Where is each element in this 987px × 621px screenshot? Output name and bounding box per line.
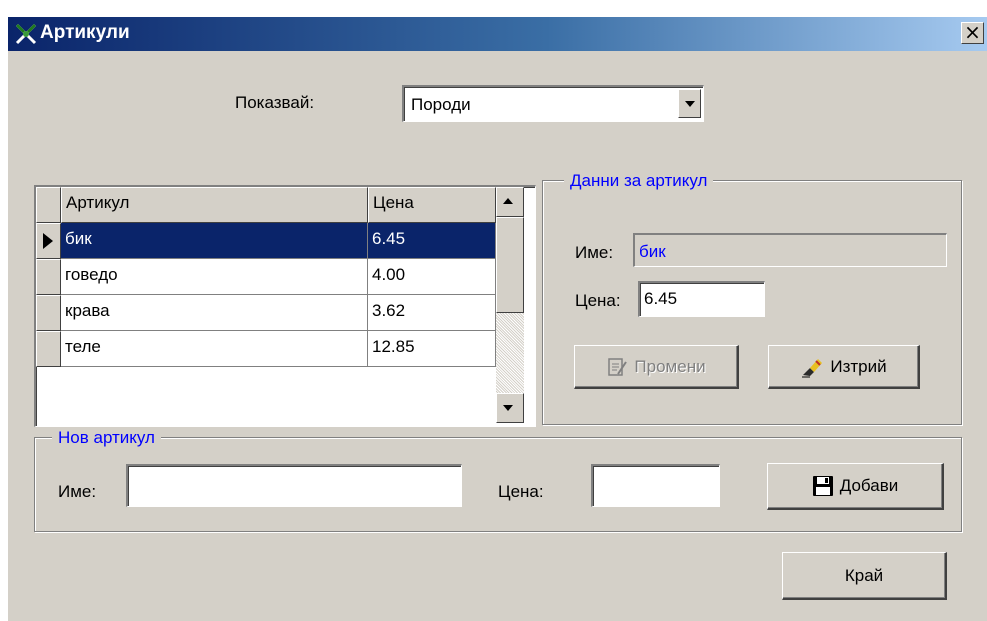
new-name-input[interactable] bbox=[126, 464, 462, 507]
row-indicator[interactable] bbox=[36, 259, 61, 295]
column-header-article[interactable]: Артикул bbox=[61, 187, 368, 223]
scroll-down-button[interactable] bbox=[496, 393, 524, 423]
close-icon: × bbox=[964, 20, 981, 44]
table-row-cell-article[interactable]: говедо bbox=[61, 259, 368, 295]
table-row-cell-article[interactable]: бик bbox=[61, 223, 368, 259]
row-indicator[interactable] bbox=[36, 331, 61, 367]
grid-vertical-scrollbar[interactable] bbox=[496, 187, 524, 423]
edit-button[interactable]: Промени bbox=[574, 345, 739, 389]
close-button[interactable]: Край bbox=[782, 552, 947, 600]
articles-window: Артикули × Показвай: Породи Артикул Цена… bbox=[8, 17, 987, 621]
scroll-thumb[interactable] bbox=[496, 217, 524, 313]
eraser-icon bbox=[802, 358, 823, 377]
edit-button-label: Промени bbox=[634, 356, 706, 376]
new-price-label: Цена: bbox=[498, 482, 544, 501]
article-details-legend: Данни за артикул bbox=[564, 171, 714, 191]
delete-button[interactable]: Изтрий bbox=[768, 345, 920, 389]
details-price-label: Цена: bbox=[575, 291, 621, 310]
delete-button-label: Изтрий bbox=[830, 356, 887, 376]
current-row-pointer-icon bbox=[43, 233, 53, 249]
details-name-value: бик bbox=[639, 242, 666, 261]
close-button-label: Край bbox=[844, 565, 884, 585]
new-article-legend: Нов артикул bbox=[52, 428, 161, 448]
edit-document-icon bbox=[608, 357, 628, 376]
table-row-cell-price[interactable]: 6.45 bbox=[368, 223, 496, 259]
add-button-label: Добави bbox=[839, 476, 899, 495]
details-name-label: Име: bbox=[575, 243, 614, 262]
window-title: Артикули bbox=[40, 22, 130, 43]
table-row-cell-price[interactable]: 4.00 bbox=[368, 259, 496, 295]
table-row-cell-article[interactable]: крава bbox=[61, 295, 368, 331]
articles-grid[interactable]: Артикул Цена бик 6.45 говедо 4.00 крава … bbox=[34, 185, 536, 427]
filter-dropdown-button[interactable] bbox=[678, 89, 701, 118]
table-row-cell-price[interactable]: 3.62 bbox=[368, 295, 496, 331]
close-window-button[interactable]: × bbox=[961, 22, 984, 44]
new-price-input[interactable] bbox=[591, 464, 720, 507]
table-row-cell-article[interactable]: теле bbox=[61, 331, 368, 367]
chevron-down-icon bbox=[503, 405, 513, 411]
floppy-disk-icon bbox=[812, 476, 833, 496]
title-bar[interactable]: Артикули × bbox=[8, 17, 987, 51]
details-price-input[interactable]: 6.45 bbox=[638, 281, 765, 317]
new-name-label: Име: bbox=[58, 482, 97, 501]
add-button[interactable]: Добави bbox=[767, 463, 944, 510]
row-indicator[interactable] bbox=[36, 223, 61, 259]
chevron-down-icon bbox=[685, 101, 695, 107]
details-price-value: 6.45 bbox=[644, 289, 678, 308]
details-name-field: бик bbox=[633, 233, 947, 267]
filter-dropdown[interactable]: Породи bbox=[402, 85, 704, 122]
filter-selected-value: Породи bbox=[411, 95, 471, 114]
row-indicator[interactable] bbox=[36, 295, 61, 331]
column-header-price[interactable]: Цена bbox=[368, 187, 496, 223]
chevron-up-icon bbox=[503, 198, 513, 204]
tools-icon bbox=[15, 23, 37, 45]
table-row-cell-price[interactable]: 12.85 bbox=[368, 331, 496, 367]
scroll-up-button[interactable] bbox=[496, 187, 524, 217]
grid-corner bbox=[36, 187, 61, 223]
filter-label: Показвай: bbox=[235, 93, 315, 112]
